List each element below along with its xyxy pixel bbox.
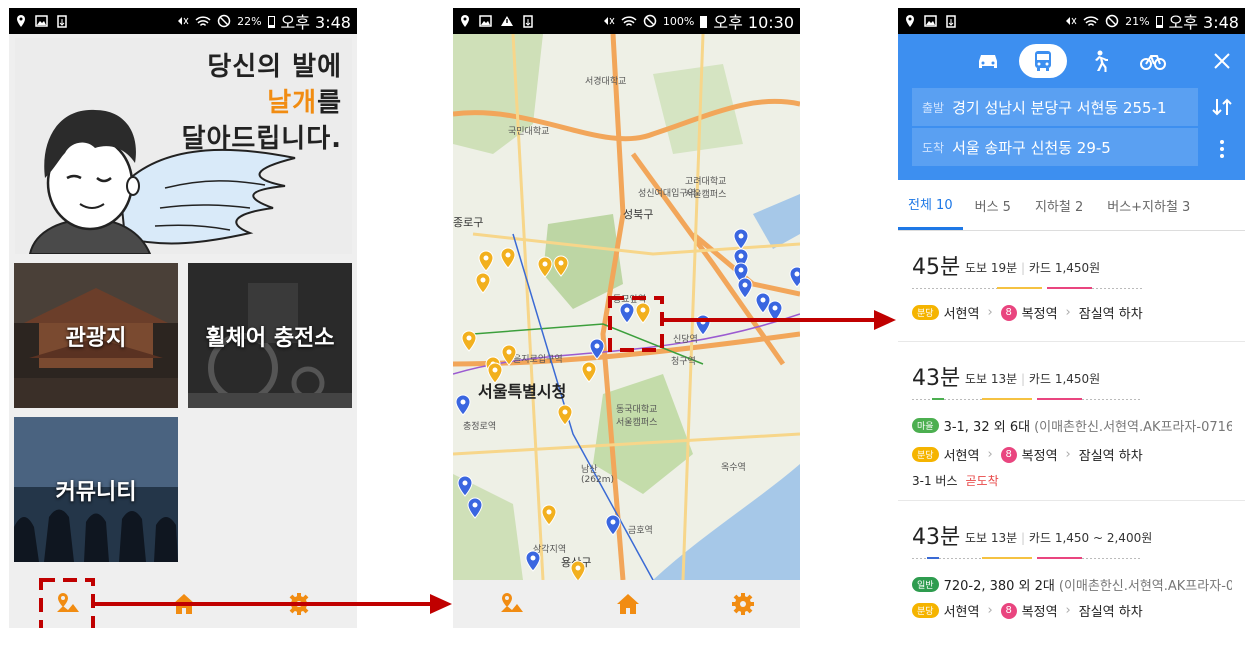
wheelchair-charger-tile[interactable]: 휠체어 충전소	[188, 263, 352, 408]
wheelchair-charger-tile-label: 휠체어 충전소	[205, 325, 335, 351]
tourism-tile[interactable]: 관광지	[14, 263, 178, 408]
arrow-map-to-route	[663, 310, 896, 330]
community-tile[interactable]: 커뮤니티	[14, 417, 178, 562]
arrow-home-to-map	[94, 594, 452, 614]
tourism-tile-label: 관광지	[65, 325, 127, 351]
community-tile-label: 커뮤니티	[55, 479, 137, 505]
